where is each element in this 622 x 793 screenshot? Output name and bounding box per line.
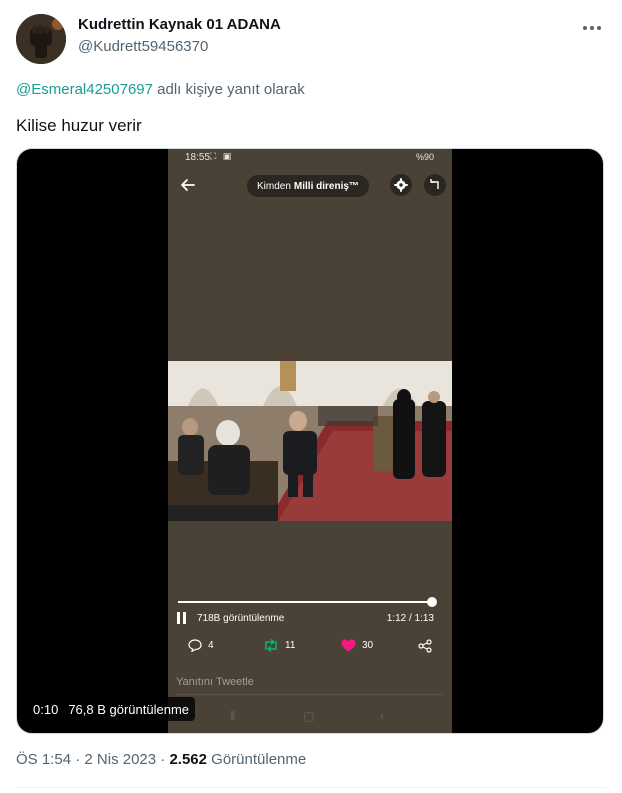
settings-button[interactable] [390, 174, 412, 196]
reply-count: 4 [208, 640, 214, 651]
overlay-view-count: 76,8 B görüntülenme [68, 701, 190, 717]
church-video-frame [168, 361, 452, 521]
tweet-time[interactable]: ÖS 1:54 [16, 751, 71, 768]
video-progress-bar[interactable] [178, 597, 438, 607]
inner-views-count: 718B görüntülenme [197, 613, 285, 624]
tweet-text: Kilise huzur verir [16, 116, 142, 135]
rotate-button[interactable] [424, 174, 446, 196]
fist-avatar-icon [16, 14, 66, 64]
pill-prefix: Kimden [257, 180, 291, 192]
footer-divider [16, 787, 606, 788]
pill-account-name: Milli direniş™ [293, 180, 359, 192]
tweet-header: Kudrettin Kaynak 01 ADANA @Kudrett594563… [16, 12, 606, 66]
heart-icon [341, 639, 356, 652]
retweet-count: 11 [285, 640, 296, 651]
views-label: Görüntülenme [211, 751, 307, 768]
recent-apps-icon: ⦀ [230, 709, 236, 723]
reply-context: @Esmeral42507697 adlı kişiye yanıt olara… [16, 81, 305, 98]
share-action[interactable] [418, 639, 438, 653]
more-dot [583, 26, 587, 30]
phone-status-bar: 18:55 ⛶ ▣ %90 [168, 149, 452, 167]
inner-action-bar: 4 11 30 [168, 639, 452, 659]
tweet-date[interactable]: 2 Nis 2023 [84, 751, 156, 768]
views-count: 2.562 [169, 751, 207, 768]
video-progress-fill [178, 601, 433, 603]
phone-notification-icons: ⛶ ▣ [210, 151, 234, 161]
author-display-name[interactable]: Kudrettin Kaynak 01 ADANA [78, 16, 281, 33]
retweet-action[interactable]: 11 [263, 639, 295, 652]
video-controls: 718B görüntülenme 1:12 / 1:13 [168, 610, 452, 628]
retweet-icon [265, 639, 277, 652]
home-icon: ▢ [303, 709, 315, 723]
reply-mention-link[interactable]: @Esmeral42507697 [16, 81, 153, 98]
pause-button[interactable] [177, 612, 187, 624]
meta-separator: · [75, 751, 81, 768]
video-progress-knob[interactable] [427, 597, 438, 607]
video-time-views-badge: 0:10 76,8 B görüntülenme [27, 697, 196, 721]
phone-nav-bar: ⦀ ▢ ‹ [168, 705, 452, 729]
avatar[interactable] [16, 14, 66, 64]
like-action[interactable]: 30 [341, 639, 373, 652]
video-duration: 1:12 / 1:13 [386, 613, 434, 624]
reply-suffix: adlı kişiye yanıt olarak [157, 81, 305, 98]
meta-separator: · [160, 751, 166, 768]
reply-action[interactable]: 4 [188, 639, 214, 652]
back-arrow-icon[interactable] [178, 175, 198, 195]
pause-icon [183, 612, 186, 624]
author-handle[interactable]: @Kudrett59456370 [78, 38, 208, 55]
more-dot [597, 26, 601, 30]
phone-top-bar: Kimden Milli direniş™ [168, 171, 452, 201]
gear-icon [394, 178, 408, 192]
reply-tweet-input[interactable]: Yanıtını Tweetle [176, 673, 444, 695]
more-dot [590, 26, 594, 30]
phone-battery: %90 [415, 152, 434, 162]
phone-screen-recording: 18:55 ⛶ ▣ %90 Kimden Milli direniş™ 718B… [168, 149, 452, 733]
tweet-meta: ÖS 1:54 · 2 Nis 2023 · 2.562 Görüntülenm… [16, 751, 306, 768]
phone-status-time: 18:55 [185, 152, 211, 163]
church-scene-image [168, 361, 452, 521]
video-player[interactable]: 18:55 ⛶ ▣ %90 Kimden Milli direniş™ 718B… [16, 148, 604, 734]
reply-bubble-icon [188, 639, 202, 652]
rotate-icon [430, 179, 439, 189]
overlay-elapsed-time: 0:10 [33, 701, 59, 717]
share-icon [418, 639, 432, 653]
back-nav-icon: ‹ [380, 709, 384, 723]
pause-icon [177, 612, 180, 624]
like-count: 30 [362, 640, 374, 651]
more-options-button[interactable] [580, 16, 604, 40]
from-account-pill[interactable]: Kimden Milli direniş™ [247, 175, 369, 197]
